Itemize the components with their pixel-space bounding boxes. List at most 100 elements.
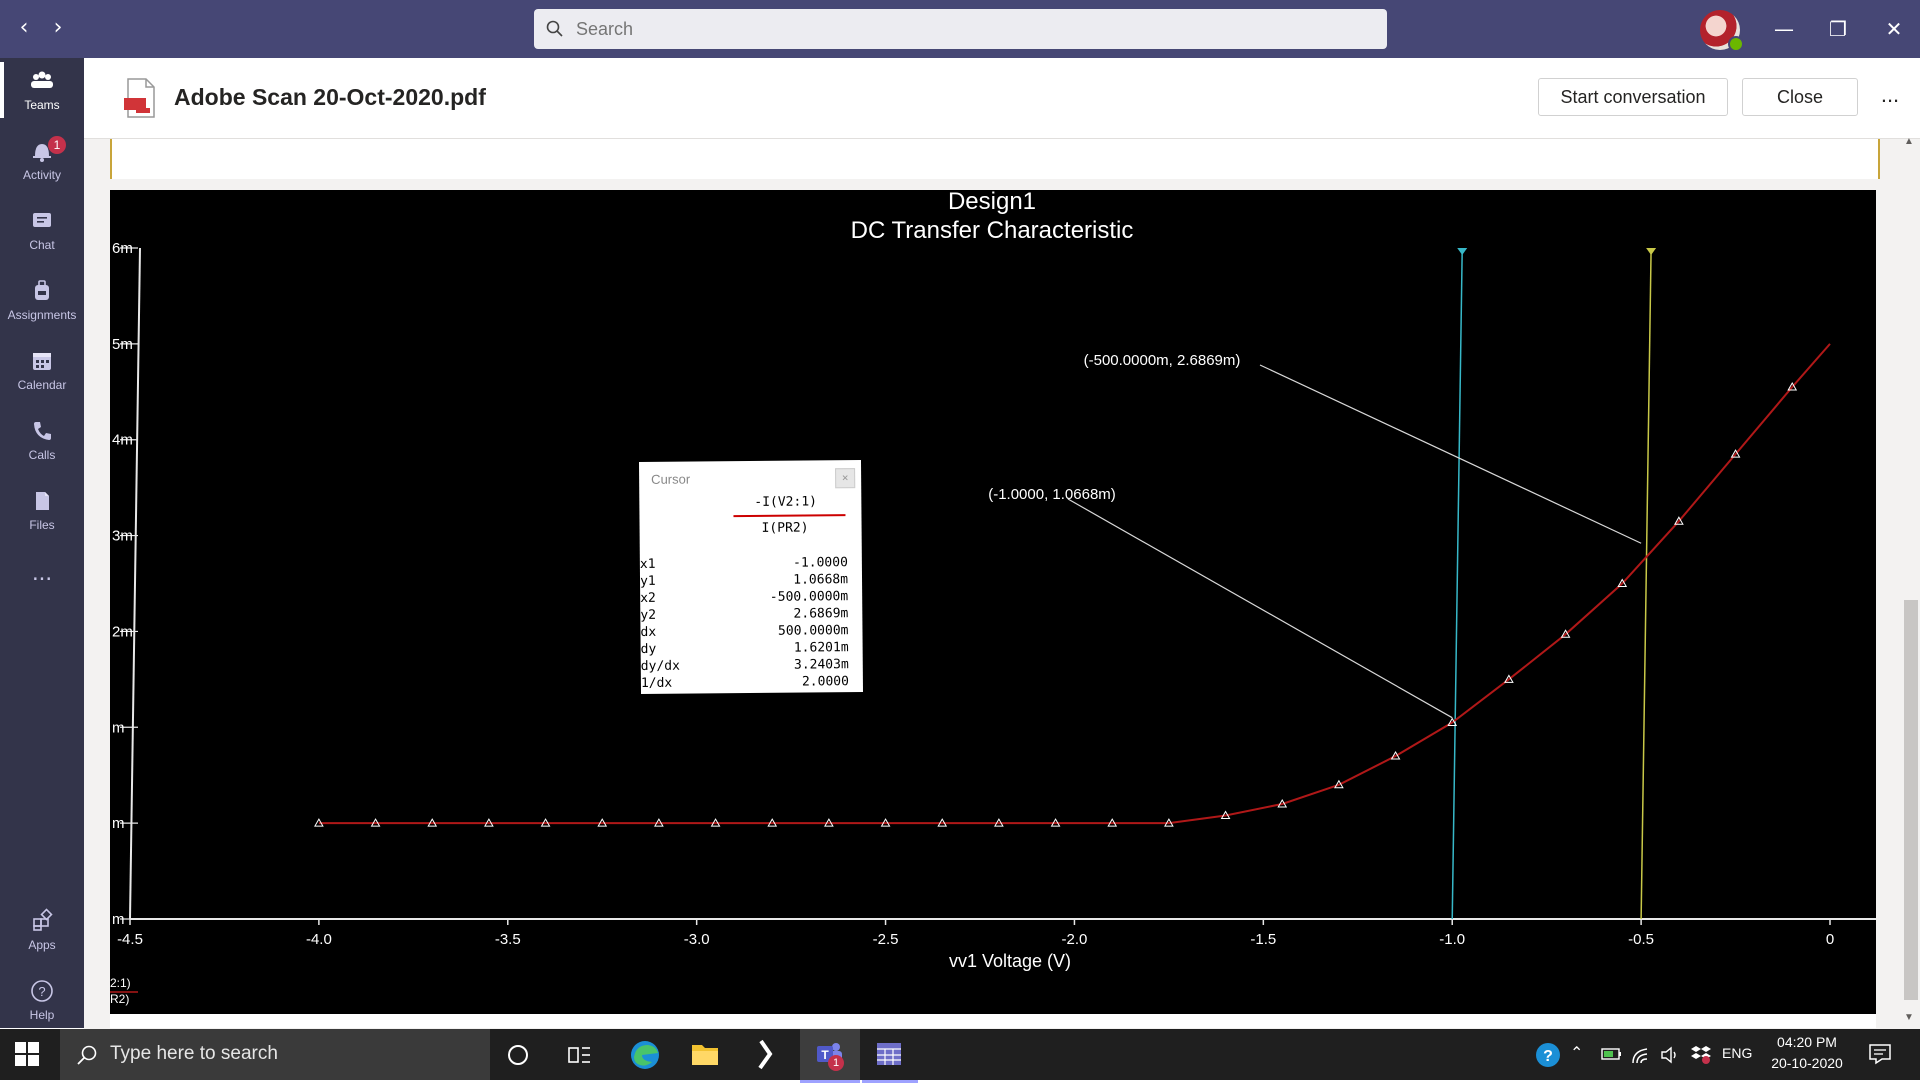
- app-icon[interactable]: [740, 1033, 790, 1076]
- rail-item-calls[interactable]: Calls: [0, 408, 84, 474]
- notification-badge: 1: [48, 136, 66, 154]
- windows-start-icon[interactable]: [14, 1041, 40, 1067]
- cursor-marker-icon: [1457, 248, 1468, 255]
- presence-status-icon: [1728, 36, 1744, 52]
- rail-item-apps[interactable]: Apps: [0, 898, 84, 964]
- cursor-panel-title: Cursor: [651, 471, 691, 487]
- rail-label: Teams: [24, 98, 60, 112]
- minimize-button[interactable]: —: [1764, 10, 1804, 48]
- x-tick-label: -0.5: [1628, 931, 1654, 948]
- series-line: [318, 343, 1831, 825]
- rail-label: Assignments: [7, 308, 77, 322]
- file-title: Adobe Scan 20-Oct-2020.pdf: [174, 84, 486, 110]
- search-bar[interactable]: [534, 9, 1387, 49]
- x-tick-label: 0: [1826, 931, 1834, 948]
- scroll-down-icon[interactable]: ▼: [1904, 1012, 1914, 1023]
- y-tick-label: 6m: [112, 240, 133, 257]
- teams-taskbar-button[interactable]: T 1: [800, 1029, 860, 1083]
- x-tick-label: -3.0: [684, 931, 710, 948]
- cursor-row: dx 500.0000m: [640, 623, 849, 640]
- table-app-icon: [877, 1043, 901, 1065]
- notifications-icon[interactable]: [1868, 1043, 1892, 1065]
- app-rail: Teams 1 Activity Chat Assignments Calend…: [0, 58, 84, 1028]
- maximize-button[interactable]: ❐: [1818, 10, 1858, 48]
- dropbox-sync-icon[interactable]: [1690, 1043, 1712, 1065]
- cursor-panel: Cursor × -I(V2:1) I(PR2) x1 -1.0000 y1 1.0…: [638, 460, 864, 694]
- y-tick-label: 3m: [112, 528, 133, 545]
- rail-item-files[interactable]: Files: [0, 478, 84, 544]
- teams-notification-badge: 1: [828, 1055, 844, 1071]
- show-hidden-icons-icon[interactable]: ⌃: [1570, 1043, 1583, 1063]
- close-icon: ×: [835, 468, 856, 489]
- scroll-up-icon[interactable]: ▲: [1904, 136, 1914, 147]
- search-icon: [77, 1045, 97, 1065]
- cursor-row: dy 1.6201m: [640, 640, 849, 657]
- close-window-button[interactable]: ✕: [1874, 10, 1914, 48]
- rail-label: Files: [29, 518, 55, 532]
- rail-item-teams[interactable]: Teams: [0, 58, 84, 124]
- start-conversation-button[interactable]: Start conversation: [1538, 78, 1728, 116]
- calendar-icon: [33, 353, 51, 370]
- chart: Design1 DC Transfer Characteristic m m m 2m…: [110, 188, 1876, 1006]
- more-icon: ...: [31, 559, 52, 586]
- legend-label: R2): [110, 992, 129, 1006]
- x-ticks: -4.5 -4.0 -3.5 -3.0 -2.5 -2.0 -1.5 -1.0 -0.5 0: [117, 919, 1834, 948]
- language-indicator[interactable]: ENG: [1722, 1045, 1752, 1061]
- annotation-leader-line: [1067, 498, 1453, 719]
- rail-item-calendar[interactable]: Calendar: [0, 338, 84, 404]
- files-icon: [36, 492, 49, 510]
- taskbar-app-button[interactable]: [862, 1029, 918, 1083]
- cursor-row: y2 2.6869m: [640, 606, 849, 623]
- close-button[interactable]: Close: [1742, 78, 1858, 116]
- rail-item-help[interactable]: ? Help: [0, 968, 84, 1034]
- battery-icon[interactable]: [1600, 1045, 1624, 1063]
- chart-title: Design1: [948, 190, 1036, 215]
- help-icon[interactable]: ?: [1534, 1041, 1562, 1069]
- svg-text:?: ?: [38, 984, 45, 999]
- apps-icon: [33, 908, 53, 931]
- search-icon: [546, 20, 563, 37]
- y-tick-label: 4m: [112, 432, 133, 449]
- chat-icon: [33, 213, 51, 227]
- scanned-chart-page: Design1 DC Transfer Characteristic m m m 2m…: [110, 188, 1876, 1014]
- phone-icon: [34, 422, 51, 440]
- rail-item-assignments[interactable]: Assignments: [0, 268, 84, 334]
- cursor-annotations: (-500.0000m, 2.6869m) (-1.0000, 1.0668m): [988, 352, 1642, 719]
- cursor-row: x2 -500.0000m: [640, 589, 849, 606]
- scrollbar-thumb[interactable]: [1904, 600, 1918, 1000]
- clock-time[interactable]: 04:20 PM: [1762, 1034, 1852, 1050]
- rail-label: Apps: [28, 938, 56, 952]
- task-view-icon[interactable]: [566, 1042, 592, 1068]
- rail-label: Calls: [28, 448, 56, 462]
- file-explorer-icon[interactable]: [680, 1033, 730, 1076]
- trace-name-bottom: I(PR2): [761, 520, 809, 536]
- legend-label: 2:1): [110, 976, 131, 990]
- cursor-row: 1/dx 2.0000: [640, 674, 849, 691]
- more-apps-button[interactable]: ...: [0, 558, 84, 598]
- cursor-row: dy/dx 3.2403m: [640, 657, 849, 674]
- rail-item-activity[interactable]: 1 Activity: [0, 128, 84, 194]
- x-tick-label: -3.5: [495, 931, 521, 948]
- wifi-icon[interactable]: [1630, 1045, 1652, 1065]
- cursor-lines: [1451, 247, 1657, 920]
- edge-browser-icon[interactable]: [620, 1033, 670, 1076]
- data-markers: [314, 381, 1798, 827]
- x-tick-label: -2.0: [1062, 931, 1088, 948]
- trace-name-top: -I(V2:1): [754, 494, 818, 510]
- rail-item-chat[interactable]: Chat: [0, 198, 84, 264]
- teams-icon: [31, 71, 53, 88]
- more-options-button[interactable]: ...: [1874, 80, 1906, 114]
- cursor-line: [1451, 247, 1463, 920]
- volume-icon[interactable]: [1660, 1045, 1682, 1065]
- help-icon: ?: [31, 980, 53, 1002]
- x-axis-label: vv1 Voltage (V): [949, 951, 1071, 971]
- search-input[interactable]: [574, 17, 1358, 41]
- y-tick-label: m: [112, 815, 125, 832]
- chart-subtitle: DC Transfer Characteristic: [851, 217, 1134, 244]
- x-tick-label: -4.0: [306, 931, 332, 948]
- cortana-icon[interactable]: [505, 1042, 531, 1068]
- clock-date[interactable]: 20-10-2020: [1762, 1055, 1852, 1071]
- cursor-line: [1640, 247, 1652, 920]
- back-arrow-icon[interactable]: ‹: [10, 14, 38, 42]
- forward-arrow-icon[interactable]: ›: [44, 14, 72, 42]
